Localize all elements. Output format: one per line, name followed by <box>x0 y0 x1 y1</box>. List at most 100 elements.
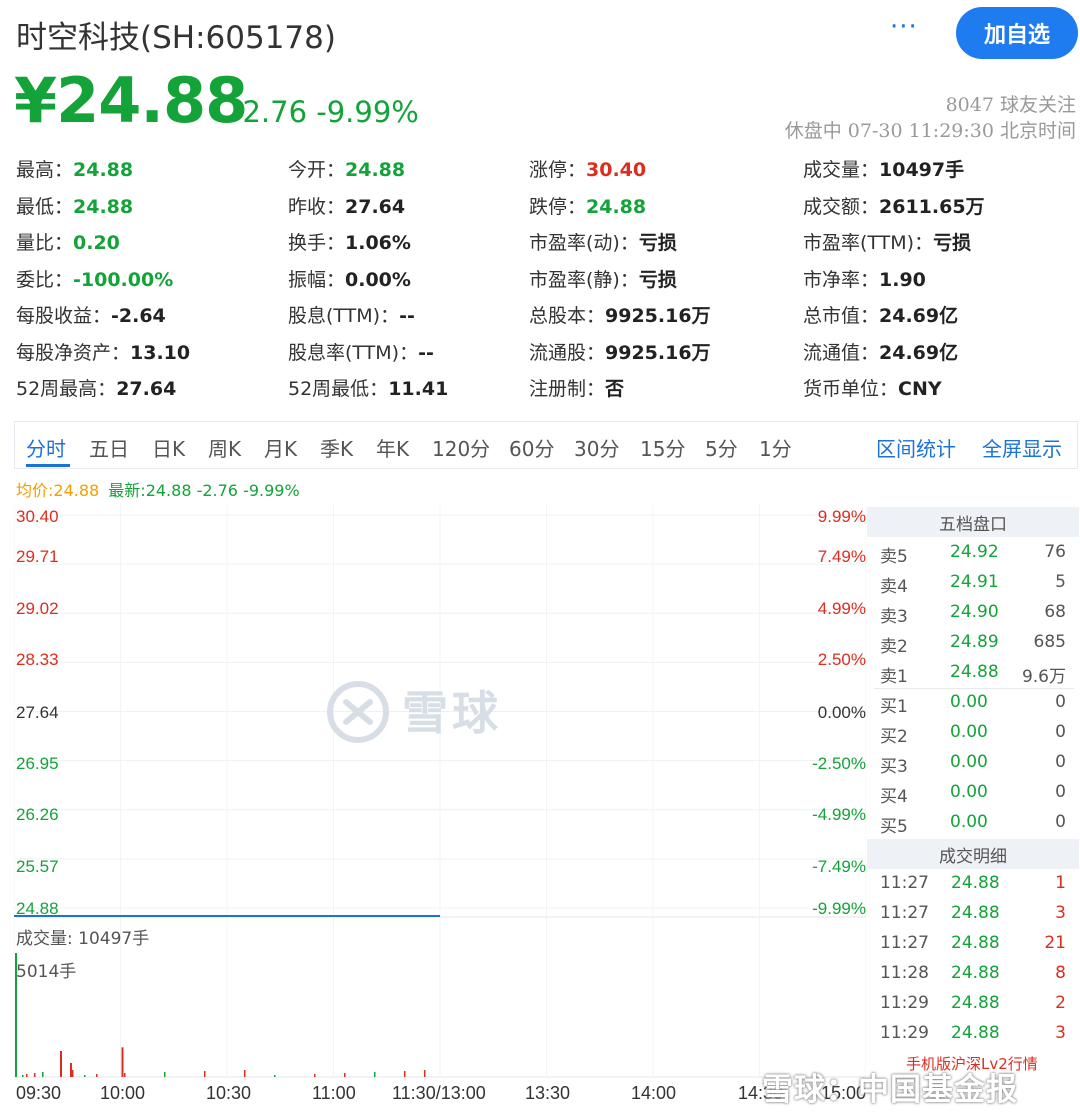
volume-bar-small <box>344 1073 346 1077</box>
trade-time: 11:29 <box>880 993 929 1013</box>
tab-2[interactable]: 日K <box>152 433 185 462</box>
volume-bar-small <box>244 1070 246 1077</box>
y-tick-price: 26.26 <box>16 805 59 824</box>
tab-10[interactable]: 15分 <box>640 433 685 462</box>
stat-label: 货币单位： <box>803 378 899 400</box>
stat-value: 24.88 <box>586 195 647 218</box>
stat-item: 货币单位：CNY <box>803 374 942 401</box>
bid-row-name: 买4 <box>880 787 908 807</box>
add-watchlist-button[interactable]: 加自选 <box>956 7 1078 59</box>
tab-12[interactable]: 1分 <box>759 433 792 462</box>
bid-row-vol: 0 <box>1055 752 1066 772</box>
stat-label: 最高： <box>16 159 74 181</box>
y-tick-price: 29.02 <box>16 599 59 618</box>
stat-item: 总股本：9925.16万 <box>529 301 711 328</box>
ask-row-vol: 68 <box>1044 602 1066 622</box>
stat-item: 注册制：否 <box>529 374 624 401</box>
ask-row-name: 卖1 <box>880 667 908 687</box>
price-change: -2.76 -9.99% <box>232 95 419 129</box>
xueqiu-logo-icon <box>327 681 389 743</box>
x-tick: 09:30 <box>16 1083 62 1103</box>
stat-label: 52周最低： <box>288 378 389 400</box>
followers-count[interactable]: 8047 球友关注 <box>946 90 1076 117</box>
ask-row-price: 24.91 <box>950 572 999 592</box>
ask-row-vol: 685 <box>1033 632 1066 652</box>
bid-row: 买4 0.00 0 <box>880 782 1066 807</box>
tab-11[interactable]: 5分 <box>705 433 738 462</box>
more-options-icon[interactable]: ··· <box>890 12 918 42</box>
latest-price-label: 最新:24.88 -2.76 -9.99% <box>108 481 300 500</box>
stat-label: 每股净资产： <box>16 341 131 364</box>
x-tick: 11:00 <box>312 1083 356 1103</box>
stat-item: 量比：0.20 <box>16 228 120 255</box>
range-stats-link[interactable]: 区间统计 <box>876 433 956 462</box>
ask-row-price: 24.89 <box>950 632 999 652</box>
trade-row: 11:27 24.88 3 <box>880 903 1066 927</box>
stat-value: 2611.65万 <box>879 195 985 218</box>
stat-item: 跌停：24.88 <box>529 192 646 219</box>
tab-0[interactable]: 分时 <box>26 433 66 462</box>
trade-row: 11:28 24.88 8 <box>880 963 1066 987</box>
tab-3[interactable]: 周K <box>208 433 241 462</box>
fullscreen-link[interactable]: 全屏显示 <box>982 433 1062 462</box>
tab-6[interactable]: 年K <box>376 433 409 462</box>
stat-item: 52周最高：27.64 <box>16 374 176 401</box>
trade-time: 11:28 <box>880 963 929 983</box>
stat-item: 委比：-100.00% <box>16 265 173 292</box>
bid-row-vol: 0 <box>1055 812 1066 832</box>
stat-item: 涨停：30.40 <box>529 155 646 182</box>
volume-bar-small <box>26 1074 28 1077</box>
chart-watermark: 雪球 <box>402 686 502 740</box>
trade-row: 11:29 24.88 2 <box>880 993 1066 1017</box>
volume-bar-small <box>374 1072 376 1077</box>
stat-item: 每股净资产：13.10 <box>16 338 190 365</box>
stat-value: 否 <box>605 378 625 400</box>
stat-item: 振幅：0.00% <box>288 265 411 292</box>
bid-row: 买2 0.00 0 <box>880 722 1066 747</box>
stat-value: -100.00% <box>73 268 174 291</box>
tab-7[interactable]: 120分 <box>432 433 490 462</box>
tab-8[interactable]: 60分 <box>509 433 554 462</box>
ask-row: 卖3 24.90 68 <box>880 602 1066 627</box>
volume-bar <box>121 1047 124 1077</box>
trade-vol: 1 <box>1055 873 1066 893</box>
y-tick-pct: 4.99% <box>817 599 866 618</box>
ask-row: 卖5 24.92 76 <box>880 542 1066 567</box>
y-tick-pct: -9.99% <box>812 899 866 918</box>
trade-vol: 8 <box>1055 963 1066 983</box>
volume-bar-small <box>72 1070 74 1077</box>
active-tab-indicator <box>26 464 70 467</box>
trade-time: 11:27 <box>880 933 929 953</box>
intraday-chart[interactable] <box>14 505 866 1080</box>
avg-price-label: 均价:24.88 <box>16 481 100 500</box>
ask-row-price: 24.92 <box>950 542 999 562</box>
tab-1[interactable]: 五日 <box>89 433 129 462</box>
stat-value: 亏损 <box>638 268 677 291</box>
tab-9[interactable]: 30分 <box>574 433 619 462</box>
bid-row-price: 0.00 <box>950 812 988 832</box>
stat-value: 27.64 <box>116 378 177 400</box>
ask-row-vol: 5 <box>1055 572 1066 592</box>
stat-item: 市盈率(静)：亏损 <box>529 265 677 292</box>
ask-row-price: 24.90 <box>950 602 999 622</box>
volume-bars <box>15 953 426 1077</box>
volume-bar-small <box>84 1075 86 1077</box>
bid-row-price: 0.00 <box>950 722 988 742</box>
ask-row-vol: 76 <box>1044 542 1066 562</box>
tab-4[interactable]: 月K <box>264 433 297 462</box>
y-tick-price: 26.95 <box>16 754 59 773</box>
tab-5[interactable]: 季K <box>320 433 353 462</box>
bid-row-name: 买5 <box>880 817 908 837</box>
y-tick-price: 28.33 <box>16 650 59 669</box>
stat-item: 最高：24.88 <box>16 155 133 182</box>
trade-time: 11:27 <box>880 903 929 923</box>
trades-title: 成交明细 <box>867 839 1079 869</box>
stat-value: 24.69亿 <box>879 341 959 364</box>
volume-bar-small <box>96 1074 98 1077</box>
y-tick-pct: -4.99% <box>812 805 866 824</box>
stat-value: 0.20 <box>73 232 120 254</box>
stat-label: 股息率(TTM)： <box>288 341 419 364</box>
ask-row-price: 24.88 <box>950 662 999 682</box>
stat-value: 27.64 <box>345 195 406 218</box>
stat-item: 市盈率(TTM)：亏损 <box>803 228 971 255</box>
